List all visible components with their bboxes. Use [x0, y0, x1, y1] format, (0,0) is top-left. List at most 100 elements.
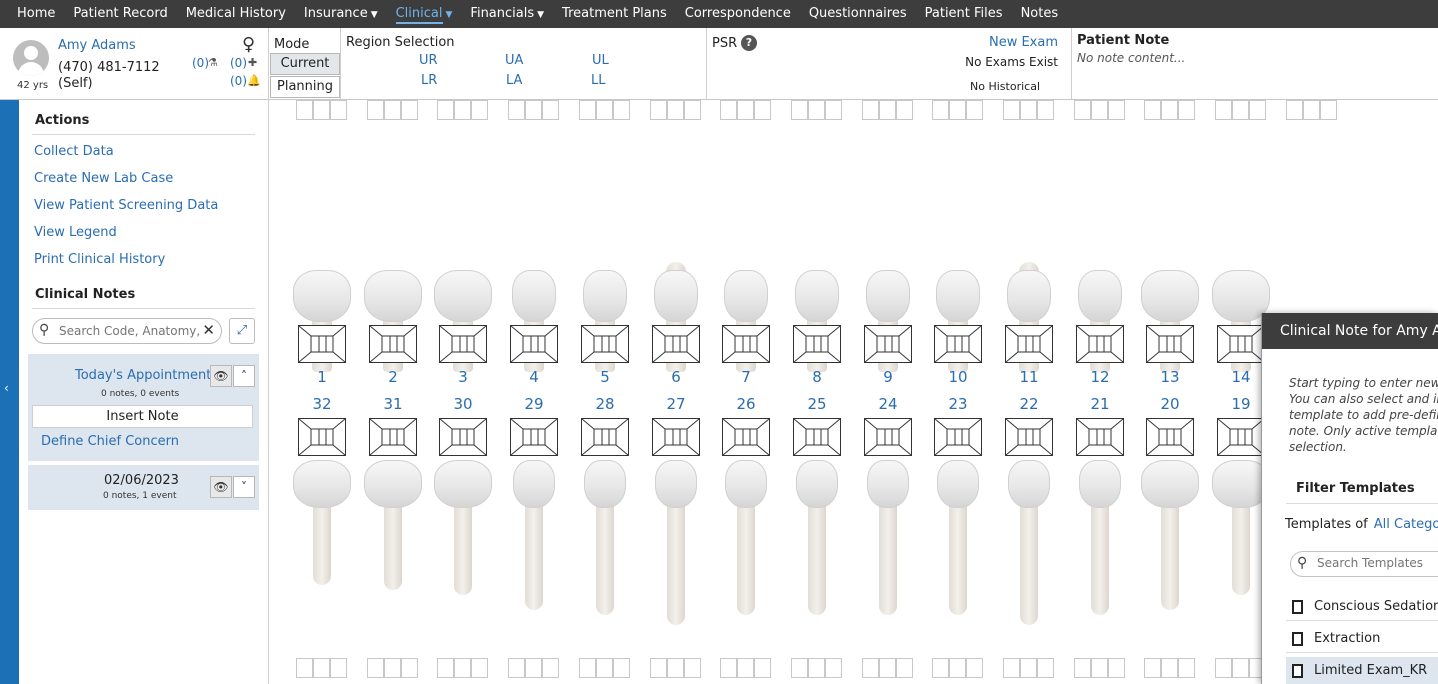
psr-box[interactable]: [367, 658, 384, 678]
action-view-legend[interactable]: View Legend: [34, 225, 117, 240]
psr-box[interactable]: [737, 658, 754, 678]
psr-box[interactable]: [1161, 658, 1178, 678]
lower-psr-boxes[interactable]: [508, 658, 559, 678]
psr-box[interactable]: [525, 100, 542, 120]
tooth-number[interactable]: 32: [298, 395, 346, 413]
lab-count[interactable]: (0): [192, 56, 209, 70]
psr-box[interactable]: [667, 658, 684, 678]
psr-box[interactable]: [437, 100, 454, 120]
tooth-number[interactable]: 14: [1217, 368, 1265, 386]
upper-occlusal-diagram[interactable]: [652, 325, 700, 363]
template-item[interactable]: Conscious Sedation: [1286, 593, 1438, 621]
psr-box[interactable]: [1074, 658, 1091, 678]
region-lr-button[interactable]: LR: [421, 73, 437, 88]
psr-box[interactable]: [613, 100, 630, 120]
psr-box[interactable]: [949, 658, 966, 678]
insert-note-button[interactable]: Insert Note: [32, 405, 253, 428]
psr-box[interactable]: [401, 100, 418, 120]
upper-psr-boxes[interactable]: [1003, 100, 1054, 120]
psr-box[interactable]: [596, 100, 613, 120]
tooth-number[interactable]: 26: [722, 395, 770, 413]
past-appointment-card[interactable]: 02/06/2023 0 notes, 1 event 👁 ˅: [28, 465, 259, 510]
upper-psr-boxes[interactable]: [508, 100, 559, 120]
clinical-notes-search-input[interactable]: [59, 323, 199, 339]
upper-occlusal-diagram[interactable]: [793, 325, 841, 363]
psr-box[interactable]: [1215, 658, 1232, 678]
tooth-number[interactable]: 29: [510, 395, 558, 413]
psr-box[interactable]: [808, 100, 825, 120]
lower-occlusal-diagram[interactable]: [934, 418, 982, 456]
psr-box[interactable]: [966, 100, 983, 120]
lower-psr-boxes[interactable]: [579, 658, 630, 678]
region-ur-button[interactable]: UR: [419, 53, 438, 68]
lower-occlusal-diagram[interactable]: [793, 418, 841, 456]
clear-icon[interactable]: ✕: [202, 321, 215, 339]
lower-occlusal-diagram[interactable]: [722, 418, 770, 456]
lower-occlusal-diagram[interactable]: [1217, 418, 1265, 456]
nav-insurance[interactable]: Insurance ▼: [295, 0, 387, 28]
region-la-button[interactable]: LA: [506, 73, 522, 88]
lower-occlusal-diagram[interactable]: [439, 418, 487, 456]
psr-box[interactable]: [754, 658, 771, 678]
psr-box[interactable]: [949, 100, 966, 120]
lower-psr-boxes[interactable]: [1144, 658, 1195, 678]
psr-box[interactable]: [650, 658, 667, 678]
upper-psr-boxes[interactable]: [1074, 100, 1125, 120]
psr-box[interactable]: [384, 658, 401, 678]
psr-box[interactable]: [579, 100, 596, 120]
psr-box[interactable]: [932, 100, 949, 120]
psr-box[interactable]: [1091, 100, 1108, 120]
mode-planning-button[interactable]: Planning: [270, 76, 340, 98]
action-collect-data[interactable]: Collect Data: [34, 144, 114, 159]
lower-occlusal-diagram[interactable]: [369, 418, 417, 456]
upper-psr-boxes[interactable]: [862, 100, 913, 120]
tooth-number[interactable]: 21: [1076, 395, 1124, 413]
tooth-number[interactable]: 19: [1217, 395, 1265, 413]
upper-occlusal-diagram[interactable]: [1146, 325, 1194, 363]
psr-box[interactable]: [471, 658, 488, 678]
upper-psr-boxes[interactable]: [650, 100, 701, 120]
psr-box[interactable]: [1178, 100, 1195, 120]
tooth-number[interactable]: 1: [298, 368, 346, 386]
psr-box[interactable]: [330, 658, 347, 678]
psr-box[interactable]: [1144, 658, 1161, 678]
upper-occlusal-diagram[interactable]: [439, 325, 487, 363]
psr-box[interactable]: [313, 658, 330, 678]
psr-box[interactable]: [791, 658, 808, 678]
nav-financials[interactable]: Financials ▼: [461, 0, 553, 28]
expand-icon[interactable]: ⤢: [229, 318, 255, 344]
lower-psr-boxes[interactable]: [367, 658, 418, 678]
tooth-number[interactable]: 20: [1146, 395, 1194, 413]
lower-occlusal-diagram[interactable]: [1076, 418, 1124, 456]
nav-correspondence[interactable]: Correspondence: [676, 0, 800, 28]
psr-box[interactable]: [879, 658, 896, 678]
mode-current-button[interactable]: Current: [270, 53, 340, 75]
psr-box[interactable]: [737, 100, 754, 120]
psr-box[interactable]: [384, 100, 401, 120]
nav-home[interactable]: Home: [8, 0, 64, 28]
psr-box[interactable]: [542, 658, 559, 678]
nav-medical-history[interactable]: Medical History: [177, 0, 295, 28]
upper-occlusal-diagram[interactable]: [510, 325, 558, 363]
tooth-number[interactable]: 8: [793, 368, 841, 386]
upper-psr-boxes[interactable]: [1215, 100, 1266, 120]
upper-occlusal-diagram[interactable]: [1005, 325, 1053, 363]
lower-psr-boxes[interactable]: [650, 658, 701, 678]
psr-box[interactable]: [1091, 658, 1108, 678]
upper-occlusal-diagram[interactable]: [369, 325, 417, 363]
psr-box[interactable]: [1232, 100, 1249, 120]
lower-psr-boxes[interactable]: [720, 658, 771, 678]
psr-box[interactable]: [1020, 100, 1037, 120]
tooth-number[interactable]: 7: [722, 368, 770, 386]
lower-psr-boxes[interactable]: [1074, 658, 1125, 678]
region-ua-button[interactable]: UA: [505, 53, 523, 68]
upper-psr-boxes[interactable]: [296, 100, 347, 120]
clinical-note-help-text[interactable]: Start typing to enter new free You can a…: [1289, 375, 1438, 455]
psr-box[interactable]: [862, 100, 879, 120]
lower-occlusal-diagram[interactable]: [1005, 418, 1053, 456]
psr-box[interactable]: [330, 100, 347, 120]
nav-treatment-plans[interactable]: Treatment Plans: [553, 0, 676, 28]
region-ll-button[interactable]: LL: [591, 73, 606, 88]
nav-patient-record[interactable]: Patient Record: [64, 0, 176, 28]
tooth-number[interactable]: 6: [652, 368, 700, 386]
